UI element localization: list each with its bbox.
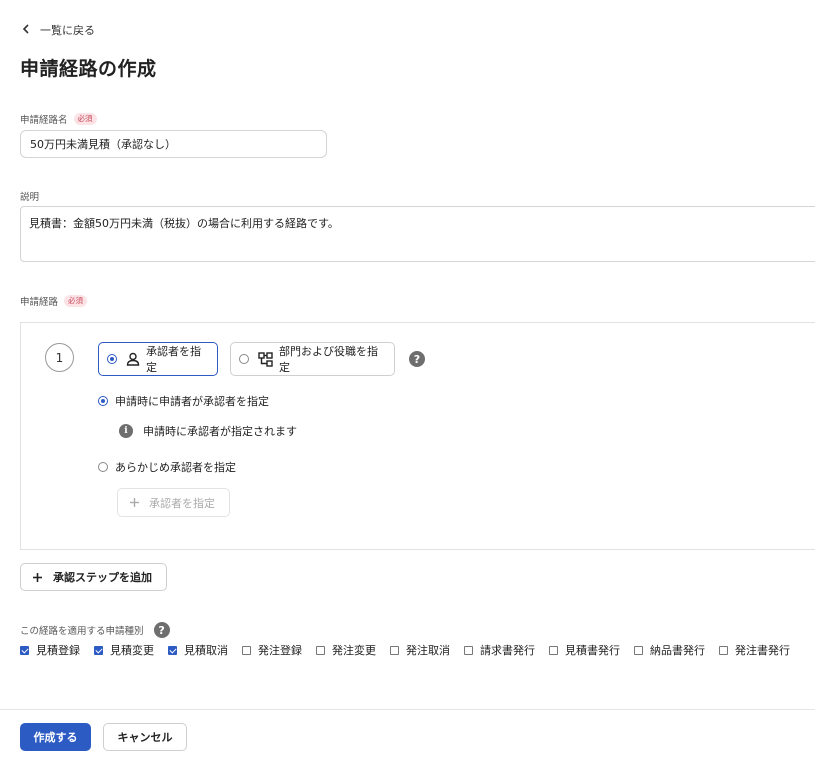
checkbox-label: 納品書発行	[650, 644, 705, 657]
checkbox-item[interactable]: 見積登録	[20, 642, 80, 658]
checkbox-label: 発注書発行	[735, 644, 790, 657]
checkbox-label: 請求書発行	[480, 644, 535, 657]
checkbox-label: 見積登録	[36, 644, 80, 657]
checkbox[interactable]	[549, 645, 558, 655]
route-label-text: 申請経路	[20, 297, 59, 308]
checkbox-item[interactable]: 発注書発行	[719, 642, 790, 658]
checkbox-label: 見積変更	[110, 644, 154, 657]
checkbox-item[interactable]: 発注取消	[390, 642, 450, 658]
approver-mode-at-application-label: 申請時に申請者が承認者を指定	[115, 395, 269, 408]
info-icon: i	[119, 424, 133, 438]
checkbox[interactable]	[719, 645, 728, 655]
required-badge: 必須	[73, 113, 97, 125]
info-message: i 申請時に承認者が指定されます	[119, 423, 297, 439]
checkbox-item[interactable]: 発注変更	[316, 642, 376, 658]
checkbox-item[interactable]: 見積変更	[94, 642, 154, 658]
cancel-button[interactable]: キャンセル	[103, 723, 187, 751]
approver-mode-preset[interactable]: あらかじめ承認者を指定	[98, 459, 236, 475]
checkbox-label: 見積取消	[184, 644, 228, 657]
back-link[interactable]: 一覧に戻る	[22, 22, 95, 38]
option-specify-approver-label: 承認者を指定	[146, 345, 201, 374]
checkbox-label: 発注変更	[332, 644, 376, 657]
checkbox[interactable]	[20, 645, 29, 655]
approver-mode-at-application[interactable]: 申請時に申請者が承認者を指定	[98, 393, 269, 409]
application-types-list: 見積登録 見積変更 見積取消 発注登録 発注変更 発注取消 請求書発行 見積書発…	[20, 642, 790, 658]
chevron-left-icon	[22, 23, 32, 37]
back-link-label: 一覧に戻る	[40, 24, 95, 37]
checkbox[interactable]	[242, 645, 251, 655]
footer-divider	[0, 709, 815, 710]
approver-mode-preset-label: あらかじめ承認者を指定	[115, 461, 236, 474]
route-name-label-text: 申請経路名	[20, 115, 68, 126]
application-types-label-text: この経路を適用する申請種別	[20, 626, 144, 637]
checkbox[interactable]	[168, 645, 177, 655]
radio-department-position[interactable]	[239, 354, 249, 364]
add-approval-step-button[interactable]: 承認ステップを追加	[20, 563, 167, 591]
description-label-text: 説明	[20, 192, 40, 203]
checkbox[interactable]	[316, 645, 325, 655]
specify-approver-button: 承認者を指定	[117, 488, 230, 517]
checkbox[interactable]	[634, 645, 643, 655]
option-department-position[interactable]: 部門および役職を指定	[230, 342, 395, 376]
plus-icon	[32, 572, 43, 583]
required-badge: 必須	[64, 295, 88, 307]
option-specify-approver[interactable]: 承認者を指定	[98, 342, 218, 376]
checkbox-label: 発注取消	[406, 644, 450, 657]
checkbox[interactable]	[94, 645, 103, 655]
page-title: 申請経路の作成	[20, 58, 157, 80]
route-label: 申請経路 必須	[20, 294, 88, 308]
info-message-text: 申請時に承認者が指定されます	[143, 425, 297, 438]
add-approval-step-label: 承認ステップを追加	[53, 571, 152, 584]
route-name-label: 申請経路名 必須	[20, 112, 97, 126]
radio-preset[interactable]	[98, 462, 108, 472]
checkbox-item[interactable]: 発注登録	[242, 642, 302, 658]
description-textarea[interactable]	[20, 206, 815, 262]
checkbox-item[interactable]: 見積書発行	[549, 642, 620, 658]
checkbox-item[interactable]: 見積取消	[168, 642, 228, 658]
description-label: 説明	[20, 189, 39, 203]
option-department-position-label: 部門および役職を指定	[279, 345, 378, 374]
org-chart-icon	[258, 351, 273, 367]
radio-specify-approver[interactable]	[107, 354, 117, 364]
checkbox-label: 見積書発行	[565, 644, 620, 657]
person-icon	[126, 352, 140, 366]
checkbox[interactable]	[390, 645, 399, 655]
radio-at-application[interactable]	[98, 396, 108, 406]
checkbox-item[interactable]: 納品書発行	[634, 642, 705, 658]
question-icon[interactable]: ?	[153, 622, 170, 638]
checkbox[interactable]	[464, 645, 473, 655]
checkbox-item[interactable]: 請求書発行	[464, 642, 535, 658]
checkbox-label: 発注登録	[258, 644, 302, 657]
step-number: 1	[45, 343, 74, 372]
application-types-label: この経路を適用する申請種別 ?	[20, 622, 170, 638]
route-name-input[interactable]	[20, 130, 327, 158]
create-button[interactable]: 作成する	[20, 723, 91, 751]
plus-icon	[129, 497, 140, 508]
specify-approver-button-label: 承認者を指定	[149, 496, 215, 510]
question-icon[interactable]: ?	[409, 351, 425, 367]
